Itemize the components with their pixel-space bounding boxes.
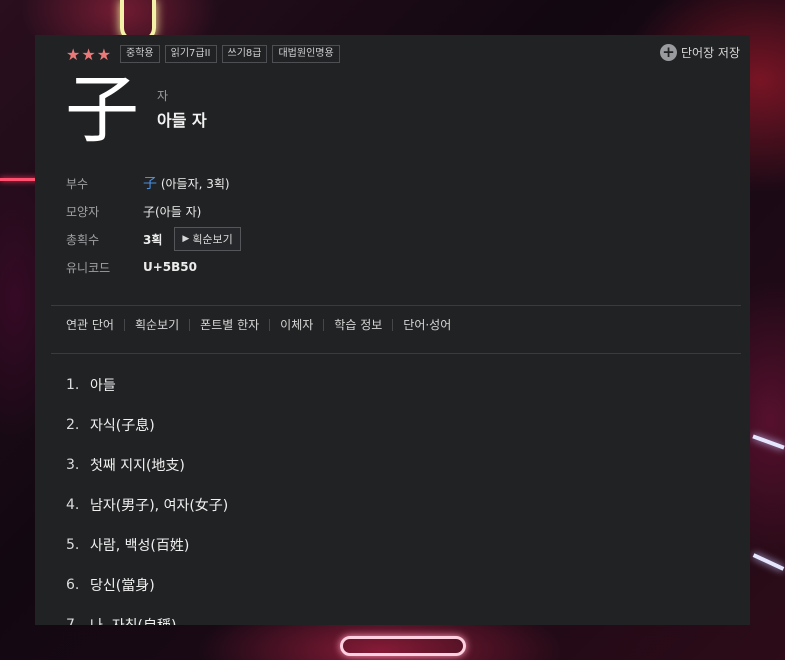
stroke-order-button[interactable]: ▶ 획순보기 <box>174 227 241 251</box>
list-item: 7. 나, 자칭(自稱) <box>66 605 228 625</box>
unicode-value: U+5B50 <box>143 260 197 274</box>
definition-number: 3. <box>66 457 80 473</box>
definition-number: 6. <box>66 577 80 593</box>
definition-text: 나, 자칭(自稱) <box>90 615 176 625</box>
definition-text: 자식(子息) <box>90 418 155 434</box>
shape-label: 모양자 <box>66 204 100 219</box>
nav-idioms[interactable]: 단어·성어 <box>403 319 461 331</box>
save-label: 단어장 저장 <box>680 46 740 60</box>
divider <box>51 305 741 306</box>
definition-text: 남자(男子), 여자(女子) <box>90 498 229 514</box>
list-item: 5. 사람, 백성(百姓) <box>66 525 228 565</box>
definition-text: 아들 <box>90 378 116 394</box>
definition-number: 5. <box>66 537 80 553</box>
plus-circle-icon: + <box>659 44 677 61</box>
hanja-character: 子 <box>65 67 139 153</box>
level-tag: 쓰기8급 <box>221 45 268 63</box>
radical-label: 부수 <box>66 176 89 191</box>
list-item: 2. 자식(子息) <box>66 405 228 445</box>
hanja-info: 부수 子 (아들자, 3획) 모양자 子(아들 자) 총획수 3획 ▶ 획순보기… <box>66 169 241 281</box>
strokes-label: 총획수 <box>66 232 100 247</box>
level-tag: 중학용 <box>120 45 160 63</box>
strokes-value: 3획 <box>143 232 163 247</box>
nav-study-info[interactable]: 학습 정보 <box>334 319 394 331</box>
hanja-meaning: 아들 자 <box>157 111 207 130</box>
difficulty-stars: ★★★ <box>66 44 113 64</box>
neon-light <box>752 434 785 450</box>
definition-number: 7. <box>66 617 80 625</box>
level-bar: ★★★ 중학용 읽기7급II 쓰기8급 대법원인명용 <box>66 44 345 64</box>
level-tag: 읽기7급II <box>164 45 217 63</box>
radical-detail: (아들자, 3획) <box>157 177 230 191</box>
list-item: 3. 첫째 지지(地支) <box>66 445 228 485</box>
hanja-reading: 자 <box>157 89 169 103</box>
radical-row: 부수 子 (아들자, 3획) <box>66 169 241 197</box>
neon-light <box>0 178 40 181</box>
definition-number: 2. <box>66 417 80 433</box>
strokes-row: 총획수 3획 ▶ 획순보기 <box>66 225 241 253</box>
definition-number: 4. <box>66 497 80 513</box>
definition-text: 당신(當身) <box>90 578 155 594</box>
definition-number: 1. <box>66 377 80 393</box>
neon-light <box>752 553 785 571</box>
list-item: 4. 남자(男子), 여자(女子) <box>66 485 228 525</box>
radical-link[interactable]: 子 <box>143 176 157 192</box>
list-item: 6. 당신(當身) <box>66 565 228 605</box>
neon-light <box>340 636 466 656</box>
play-icon: ▶ <box>182 234 190 244</box>
shape-value: 子(아들 자) <box>143 204 202 219</box>
nav-related-words[interactable]: 연관 단어 <box>66 319 125 331</box>
nav-fonts[interactable]: 폰트별 한자 <box>200 319 271 331</box>
definition-text: 첫째 지지(地支) <box>90 458 185 474</box>
definition-text: 사람, 백성(百姓) <box>90 538 190 554</box>
stroke-order-label: 획순보기 <box>192 233 233 246</box>
nav-stroke-order[interactable]: 획순보기 <box>135 319 191 331</box>
list-item: 1. 아들 <box>66 365 228 405</box>
level-tag: 대법원인명용 <box>272 45 340 63</box>
unicode-row: 유니코드 U+5B50 <box>66 253 241 281</box>
definition-list: 1. 아들 2. 자식(子息) 3. 첫째 지지(地支) 4. 남자(男子), … <box>66 365 228 625</box>
hanja-dictionary-panel: ★★★ 중학용 읽기7급II 쓰기8급 대법원인명용 + 단어장 저장 子 자 … <box>35 35 750 625</box>
divider <box>51 353 741 354</box>
unicode-label: 유니코드 <box>66 260 111 275</box>
save-to-wordbook-button[interactable]: + 단어장 저장 <box>659 44 740 61</box>
shape-row: 모양자 子(아들 자) <box>66 197 241 225</box>
nav-variants[interactable]: 이체자 <box>280 319 325 331</box>
section-nav: 연관 단어 획순보기 폰트별 한자 이체자 학습 정보 단어·성어 <box>66 319 471 331</box>
